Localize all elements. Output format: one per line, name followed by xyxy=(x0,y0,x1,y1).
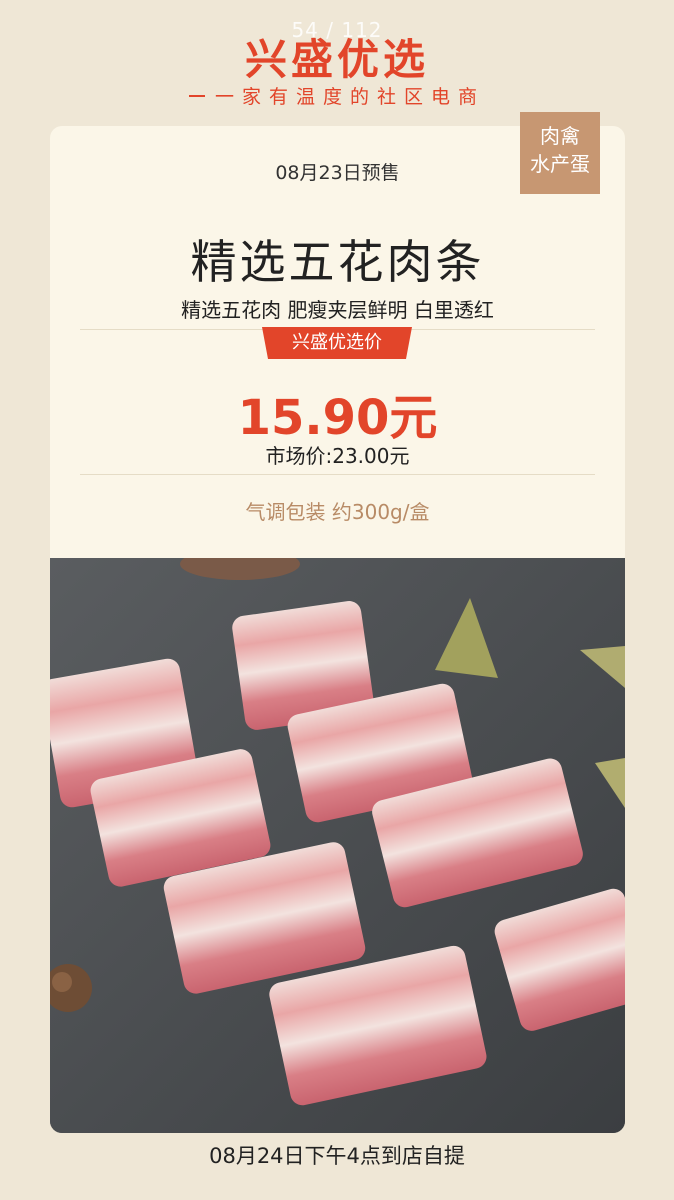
product-photo[interactable] xyxy=(50,558,625,1133)
category-tag: 肉禽 水产蛋 xyxy=(520,112,600,194)
pickup-note: 08月24日下午4点到店自提 xyxy=(209,1144,465,1168)
product-spec: 气调包装 约300g/盒 xyxy=(245,500,430,524)
slogan-dash-left xyxy=(188,94,205,97)
category-tag-line1: 肉禽 xyxy=(540,124,580,148)
product-price: 15.90元 xyxy=(237,390,438,446)
slogan: 一家有温度的社区电商 xyxy=(214,86,485,108)
pork-belly-photo-icon xyxy=(50,558,625,1133)
market-price: 市场价:23.00元 xyxy=(265,444,410,468)
price-badge: 兴盛优选价 xyxy=(262,327,412,359)
category-tag-line2: 水产蛋 xyxy=(530,152,590,176)
page-indicator: 54 / 112 xyxy=(291,18,383,42)
product-subtitle: 精选五花肉 肥瘦夹层鲜明 白里透红 xyxy=(181,298,494,322)
product-card[interactable]: 08月23日预售 精选五花肉条 精选五花肉 肥瘦夹层鲜明 白里透红 兴盛优选价 … xyxy=(50,126,625,1133)
product-title: 精选五花肉条 xyxy=(190,235,485,289)
slogan-row: 一家有温度的社区电商 xyxy=(0,82,674,109)
divider-bottom xyxy=(80,474,595,475)
